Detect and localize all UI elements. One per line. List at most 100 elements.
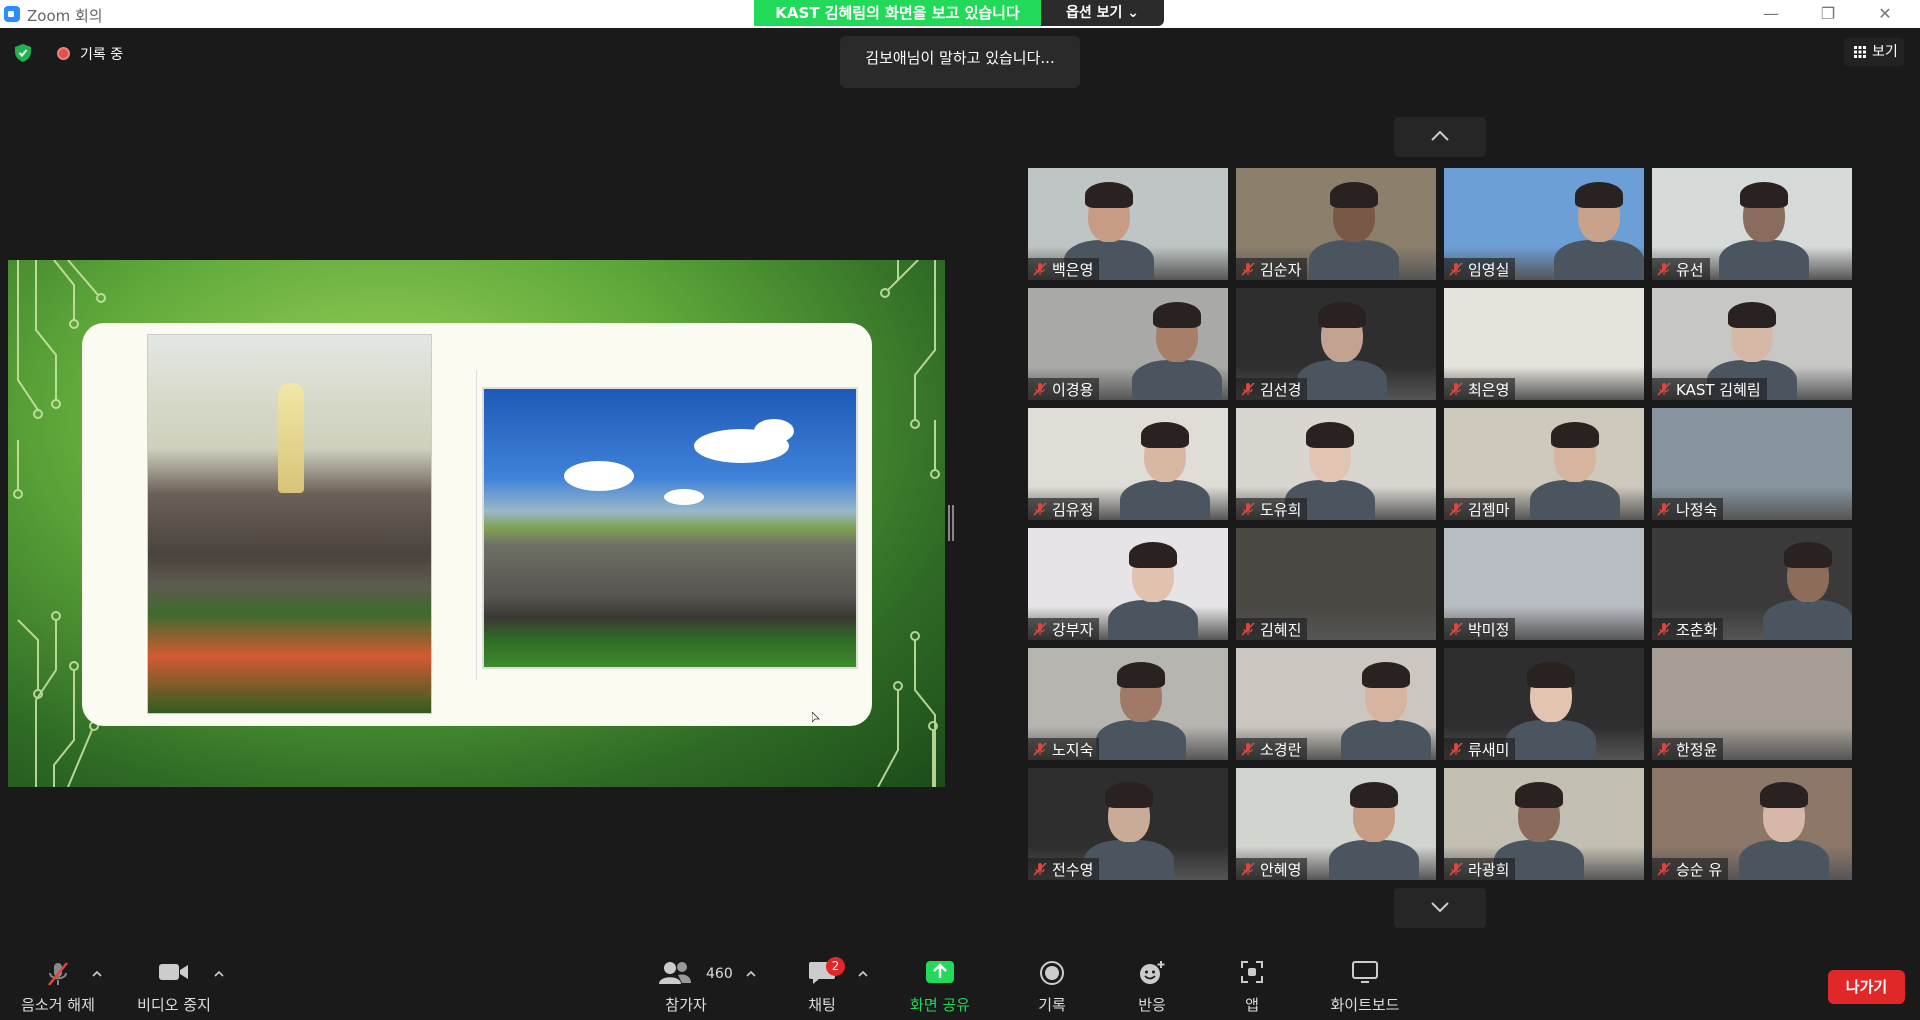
participant-body bbox=[1309, 240, 1399, 280]
participant-name: 도유희 bbox=[1260, 500, 1302, 519]
participant-tile[interactable]: 임영실 bbox=[1444, 168, 1644, 280]
participant-tile[interactable]: 김젬마 bbox=[1444, 408, 1644, 520]
record-label: 기록 bbox=[1038, 996, 1066, 1014]
muted-mic-icon bbox=[1033, 862, 1047, 876]
participant-tile[interactable]: 김혜진 bbox=[1236, 528, 1436, 640]
participant-tile[interactable]: 승순 유 bbox=[1652, 768, 1852, 880]
participant-body bbox=[1132, 360, 1222, 400]
recording-icon bbox=[57, 47, 70, 60]
participant-tile[interactable]: 소경란 bbox=[1236, 648, 1436, 760]
muted-mic-icon bbox=[1241, 502, 1255, 516]
video-options-caret-icon[interactable] bbox=[214, 970, 224, 978]
security-shield-icon[interactable] bbox=[15, 44, 31, 62]
record-button[interactable]: 기록 bbox=[1022, 950, 1082, 1020]
participant-tile[interactable]: 백은영 bbox=[1028, 168, 1228, 280]
participant-tile[interactable]: 김선경 bbox=[1236, 288, 1436, 400]
muted-mic-icon bbox=[1657, 622, 1671, 636]
participant-tile[interactable]: 노지숙 bbox=[1028, 648, 1228, 760]
participant-hair bbox=[1515, 782, 1563, 808]
participant-hair bbox=[1085, 182, 1133, 208]
chat-options-caret-icon[interactable] bbox=[858, 970, 868, 978]
participant-tile[interactable]: 전수영 bbox=[1028, 768, 1228, 880]
participant-name: 백은영 bbox=[1052, 260, 1094, 279]
shared-screen[interactable] bbox=[8, 260, 945, 787]
participant-name-tag: 유선 bbox=[1652, 258, 1710, 280]
meeting-toolbar: 음소거 해제 비디오 중지 참가자 460 채팅 2 화면 공유 기록 반응 앱… bbox=[0, 950, 1920, 1020]
active-speaker-notice: 김보애님이 말하고 있습니다... bbox=[840, 36, 1080, 88]
participant-tile[interactable]: 김순자 bbox=[1236, 168, 1436, 280]
participant-hair bbox=[1330, 182, 1378, 208]
participant-tile[interactable]: 나정숙 bbox=[1652, 408, 1852, 520]
cloud bbox=[754, 419, 794, 443]
participants-options-caret-icon[interactable] bbox=[746, 970, 756, 978]
gallery-page-up-button[interactable] bbox=[1394, 117, 1486, 157]
apps-label: 앱 bbox=[1245, 996, 1259, 1014]
stop-video-button[interactable]: 비디오 중지 bbox=[126, 950, 222, 1020]
muted-mic-icon bbox=[1449, 382, 1463, 396]
participant-tile[interactable]: 조춘화 bbox=[1652, 528, 1852, 640]
recording-label: 기록 중 bbox=[80, 47, 124, 63]
record-icon bbox=[1040, 961, 1064, 985]
whiteboard-button[interactable]: 화이트보드 bbox=[1322, 950, 1408, 1020]
participant-tile[interactable]: KAST 김혜림 bbox=[1652, 288, 1852, 400]
reactions-button[interactable]: 반응 bbox=[1122, 950, 1182, 1020]
participant-name: 임영실 bbox=[1468, 260, 1510, 279]
panel-splitter-handle[interactable] bbox=[948, 505, 954, 541]
participant-hair bbox=[1141, 422, 1189, 448]
minimize-button[interactable]: — bbox=[1748, 0, 1794, 28]
participant-tile[interactable]: 류새미 bbox=[1444, 648, 1644, 760]
participant-tile[interactable]: 최은영 bbox=[1444, 288, 1644, 400]
participant-tile[interactable]: 유선 bbox=[1652, 168, 1852, 280]
participant-tile[interactable]: 김유정 bbox=[1028, 408, 1228, 520]
muted-mic-icon bbox=[1033, 622, 1047, 636]
participant-name-tag: 김유정 bbox=[1028, 498, 1100, 520]
participant-body bbox=[1739, 840, 1829, 880]
restore-button[interactable]: ❐ bbox=[1805, 0, 1851, 28]
muted-mic-icon bbox=[1657, 742, 1671, 756]
participant-tile[interactable]: 박미정 bbox=[1444, 528, 1644, 640]
chevron-down-icon bbox=[1431, 902, 1449, 913]
participants-button[interactable]: 참가자 bbox=[648, 950, 724, 1020]
leave-meeting-button[interactable]: 나가기 bbox=[1828, 970, 1905, 1004]
participant-name: 한정윤 bbox=[1676, 740, 1718, 759]
participant-name: 승순 유 bbox=[1676, 860, 1723, 879]
participant-hair bbox=[1117, 662, 1165, 688]
gallery-page-down-button[interactable] bbox=[1394, 888, 1486, 928]
participant-name: 라광희 bbox=[1468, 860, 1510, 879]
participant-name: 나정숙 bbox=[1676, 500, 1718, 519]
unmute-button[interactable]: 음소거 해제 bbox=[10, 950, 106, 1020]
participant-body bbox=[1530, 480, 1620, 520]
muted-mic-icon bbox=[1033, 382, 1047, 396]
participant-name-tag: 승순 유 bbox=[1652, 858, 1729, 880]
participant-body bbox=[1096, 720, 1186, 760]
participant-body bbox=[1719, 240, 1809, 280]
muted-mic-icon bbox=[1241, 622, 1255, 636]
participant-tile[interactable]: 라광희 bbox=[1444, 768, 1644, 880]
zoom-logo-icon bbox=[4, 6, 20, 22]
participant-tile[interactable]: 도유희 bbox=[1236, 408, 1436, 520]
participant-body bbox=[1108, 600, 1198, 640]
participant-body bbox=[1297, 360, 1387, 400]
apps-icon bbox=[1241, 961, 1263, 983]
audio-options-caret-icon[interactable] bbox=[92, 970, 102, 978]
apps-button[interactable]: 앱 bbox=[1222, 950, 1282, 1020]
participant-hair bbox=[1350, 782, 1398, 808]
share-screen-button[interactable]: 화면 공유 bbox=[900, 950, 980, 1020]
muted-mic-icon bbox=[1449, 262, 1463, 276]
participant-tile[interactable]: 이경용 bbox=[1028, 288, 1228, 400]
participant-name-tag: 한정윤 bbox=[1652, 738, 1724, 760]
view-options-button[interactable]: 옵션 보기 ⌄ bbox=[1041, 0, 1164, 26]
participant-name-tag: 백은영 bbox=[1028, 258, 1100, 280]
unmute-label: 음소거 해제 bbox=[21, 996, 95, 1014]
participant-name-tag: 최은영 bbox=[1444, 378, 1516, 400]
slide-divider bbox=[476, 370, 477, 680]
participant-tile[interactable]: 안혜영 bbox=[1236, 768, 1436, 880]
close-button[interactable]: ✕ bbox=[1862, 0, 1908, 28]
participant-name: 소경란 bbox=[1260, 740, 1302, 759]
view-button[interactable]: 보기 bbox=[1844, 38, 1904, 66]
participant-tile[interactable]: 강부자 bbox=[1028, 528, 1228, 640]
participant-tile[interactable]: 한정윤 bbox=[1652, 648, 1852, 760]
screen-share-banner: KAST 김혜림의 화면을 보고 있습니다 bbox=[754, 0, 1041, 26]
muted-mic-icon bbox=[1241, 862, 1255, 876]
participant-body bbox=[1120, 480, 1210, 520]
